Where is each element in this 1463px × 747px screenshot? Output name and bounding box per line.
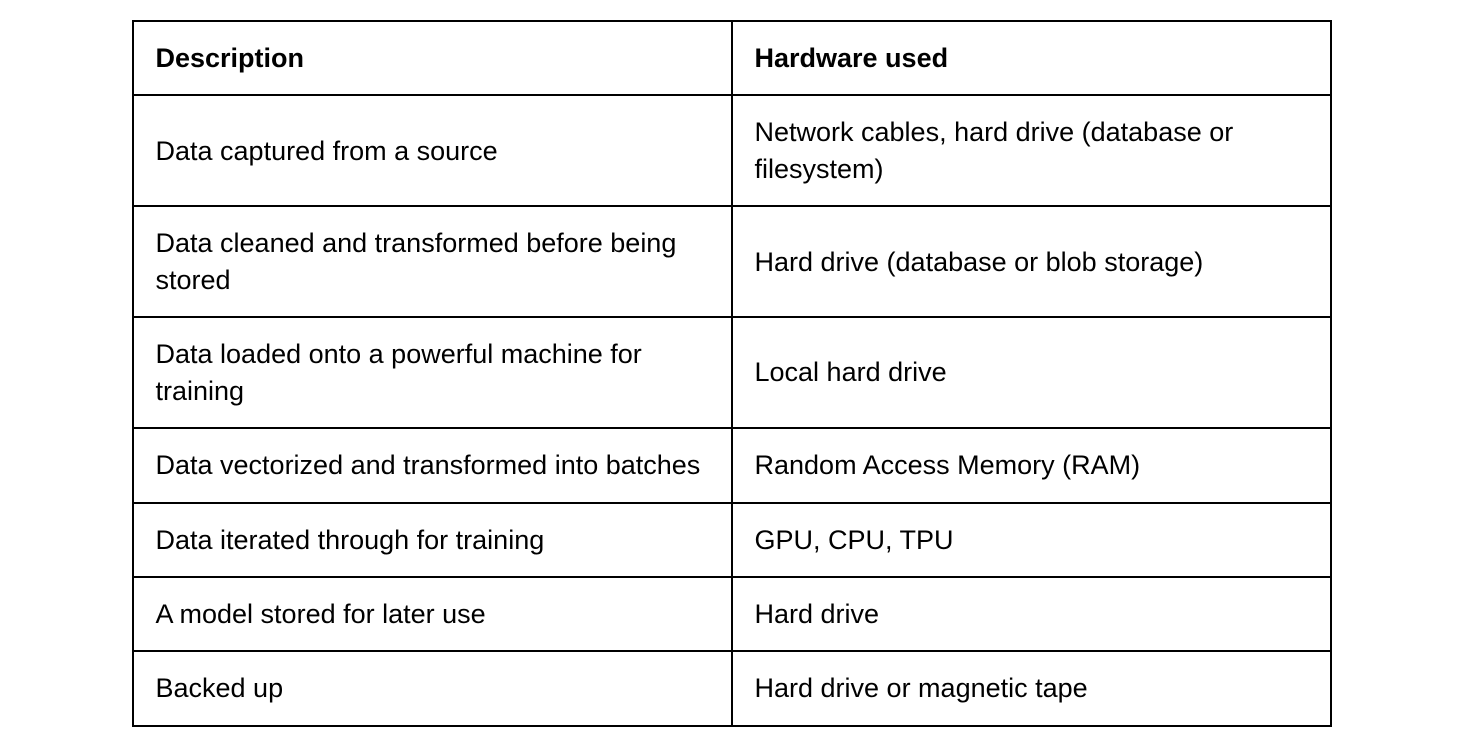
cell-hardware: Local hard drive bbox=[732, 317, 1331, 428]
table-row: A model stored for later use Hard drive bbox=[133, 577, 1331, 651]
cell-description: A model stored for later use bbox=[133, 577, 732, 651]
table-row: Data vectorized and transformed into bat… bbox=[133, 428, 1331, 502]
cell-hardware: Hard drive bbox=[732, 577, 1331, 651]
data-hardware-table: Description Hardware used Data captured … bbox=[132, 20, 1332, 727]
table-row: Data loaded onto a powerful machine for … bbox=[133, 317, 1331, 428]
cell-description: Backed up bbox=[133, 651, 732, 725]
cell-description: Data loaded onto a powerful machine for … bbox=[133, 317, 732, 428]
header-hardware: Hardware used bbox=[732, 21, 1331, 95]
cell-description: Data captured from a source bbox=[133, 95, 732, 206]
cell-hardware: Network cables, hard drive (database or … bbox=[732, 95, 1331, 206]
table-row: Backed up Hard drive or magnetic tape bbox=[133, 651, 1331, 725]
cell-description: Data vectorized and transformed into bat… bbox=[133, 428, 732, 502]
table-row: Data cleaned and transformed before bein… bbox=[133, 206, 1331, 317]
cell-hardware: Hard drive (database or blob storage) bbox=[732, 206, 1331, 317]
cell-description: Data iterated through for training bbox=[133, 503, 732, 577]
cell-description: Data cleaned and transformed before bein… bbox=[133, 206, 732, 317]
data-hardware-table-container: Description Hardware used Data captured … bbox=[132, 20, 1332, 727]
cell-hardware: Hard drive or magnetic tape bbox=[732, 651, 1331, 725]
cell-hardware: GPU, CPU, TPU bbox=[732, 503, 1331, 577]
header-description: Description bbox=[133, 21, 732, 95]
table-row: Data iterated through for training GPU, … bbox=[133, 503, 1331, 577]
cell-hardware: Random Access Memory (RAM) bbox=[732, 428, 1331, 502]
table-header-row: Description Hardware used bbox=[133, 21, 1331, 95]
table-row: Data captured from a source Network cabl… bbox=[133, 95, 1331, 206]
